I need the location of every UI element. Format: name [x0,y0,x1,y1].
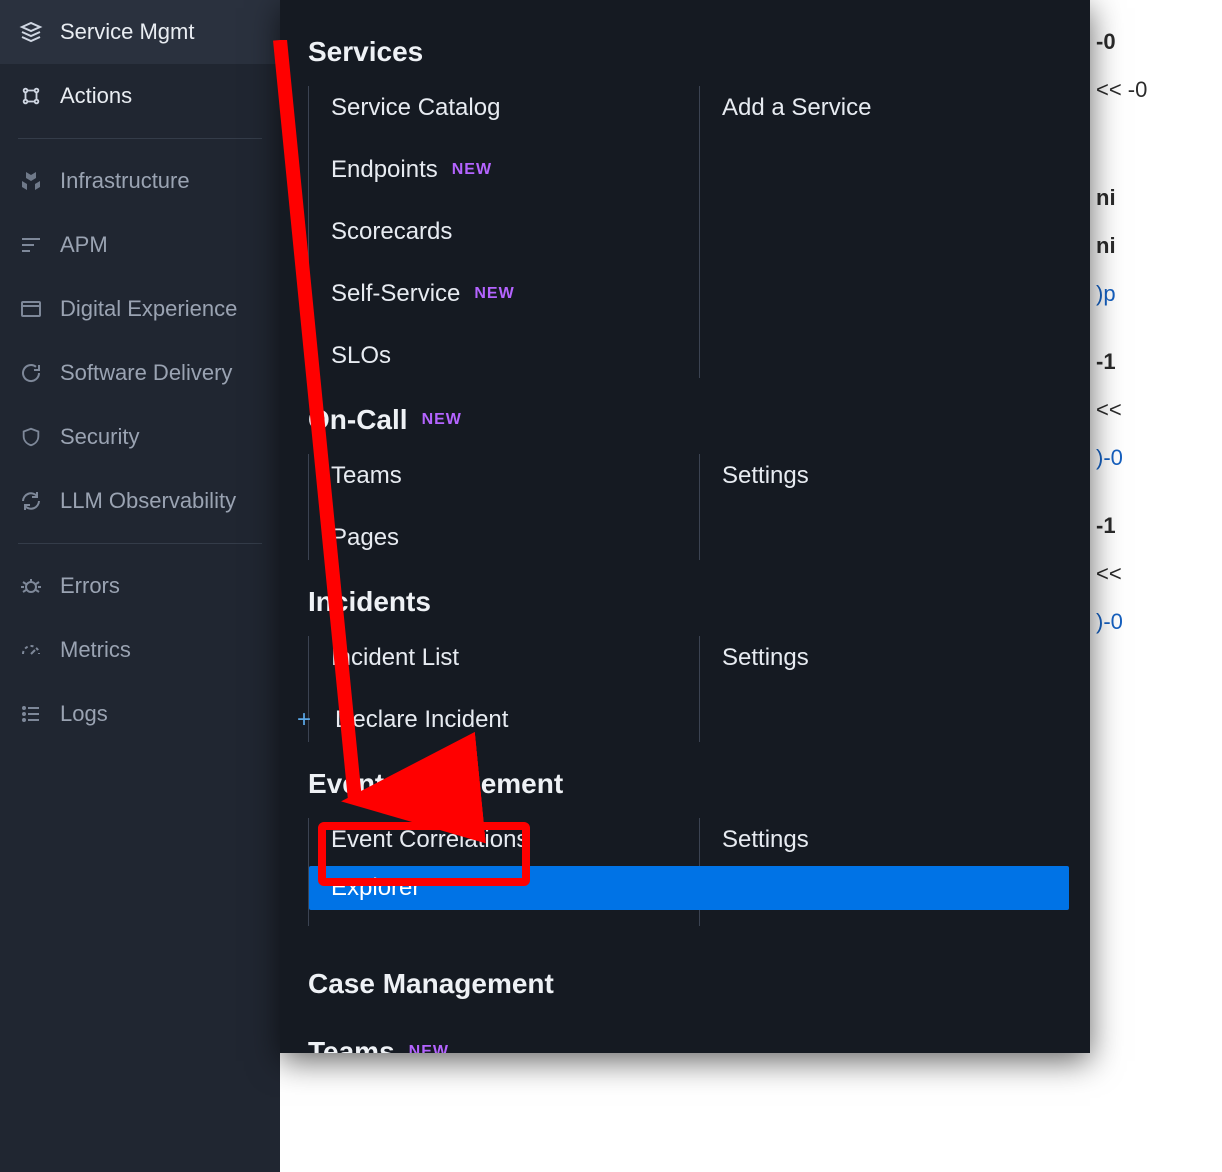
sidebar-item-security[interactable]: Security [0,405,280,469]
gauge-icon [18,637,44,663]
new-badge: NEW [409,1043,449,1053]
bg-text: -1 [1096,513,1116,539]
flyout-heading-on-call[interactable]: On-Call NEW [280,398,1090,454]
new-badge: NEW [474,285,514,303]
bg-text: )-0 [1096,445,1123,471]
lines-icon [18,232,44,258]
flyout-link-label: Settings [722,462,809,490]
flyout-heading-label: Case Management [308,968,554,1000]
flyout-heading-case-management[interactable]: Case Management [280,946,1090,1018]
flyout-link-explorer[interactable]: Explorer [309,866,1069,910]
bg-text: << -0 [1096,77,1147,103]
flyout-link-label: Settings [722,826,809,854]
flyout-heading-label: Teams [308,1036,395,1053]
plus-icon: + [297,706,311,734]
flyout-link-label: Event Correlations [331,826,528,854]
sidebar-divider [18,543,262,544]
flyout-link-declare-incident[interactable]: + Declare Incident [331,698,699,742]
new-badge: NEW [452,161,492,179]
flyout-link-event-mgmt-settings[interactable]: Settings [722,818,1090,862]
sidebar-item-label: Errors [60,573,120,599]
sidebar-item-metrics[interactable]: Metrics [0,618,280,682]
layers-icon [18,19,44,45]
sidebar-item-label: Service Mgmt [60,19,194,45]
flyout-link-add-a-service[interactable]: Add a Service [722,86,1090,130]
primary-sidebar: Service Mgmt Actions Infrastructure APM [0,0,280,1172]
sidebar-item-label: Metrics [60,637,131,663]
bg-text: -0 [1096,29,1116,55]
flyout-heading-services[interactable]: Services [280,30,1090,86]
bolt-icon [18,83,44,109]
service-mgmt-flyout: Services Service Catalog Endpoints NEW Sc… [280,0,1090,1053]
hex-icon [18,168,44,194]
bug-icon [18,573,44,599]
sidebar-item-infrastructure[interactable]: Infrastructure [0,149,280,213]
sidebar-item-software-delivery[interactable]: Software Delivery [0,341,280,405]
sidebar-item-label: Logs [60,701,108,727]
flyout-link-endpoints[interactable]: Endpoints NEW [331,148,699,192]
flyout-link-slos[interactable]: SLOs [331,334,699,378]
sidebar-item-label: Infrastructure [60,168,190,194]
bg-text: ni [1096,233,1116,259]
bg-text: ni [1096,185,1116,211]
sidebar-item-label: Security [60,424,139,450]
flyout-heading-teams[interactable]: Teams NEW [280,1018,1090,1053]
flyout-link-label: Incident List [331,644,459,672]
flyout-link-incident-list[interactable]: Incident List [331,636,699,680]
flyout-heading-label: Incidents [308,586,431,618]
flyout-link-label: Settings [722,644,809,672]
flyout-heading-label: Services [308,36,423,68]
flyout-link-label: Pages [331,524,399,552]
sidebar-item-label: Actions [60,83,132,109]
flyout-link-label: Endpoints [331,156,438,184]
flyout-link-service-catalog[interactable]: Service Catalog [331,86,699,130]
sidebar-item-digital-experience[interactable]: Digital Experience [0,277,280,341]
bg-text: << [1096,397,1122,423]
new-badge: NEW [422,411,462,429]
sidebar-item-actions[interactable]: Actions [0,64,280,128]
flyout-link-self-service[interactable]: Self-Service NEW [331,272,699,316]
shield-icon [18,424,44,450]
list-icon [18,701,44,727]
refresh-icon [18,488,44,514]
cycle-icon [18,360,44,386]
sidebar-item-llm-observability[interactable]: LLM Observability [0,469,280,533]
flyout-link-incidents-settings[interactable]: Settings [722,636,1090,680]
sidebar-item-label: APM [60,232,108,258]
flyout-link-label: Scorecards [331,218,452,246]
sidebar-item-apm[interactable]: APM [0,213,280,277]
bg-text: )-0 [1096,609,1123,635]
flyout-link-label: SLOs [331,342,391,370]
flyout-heading-event-management[interactable]: Event Management [280,762,1090,818]
flyout-link-on-call-settings[interactable]: Settings [722,454,1090,498]
flyout-link-label: Teams [331,462,402,490]
background-content-sliver: -0 << -0 ni ni )p -1 << )-0 -1 << )-0 [1090,0,1222,1172]
flyout-link-pages[interactable]: Pages [331,516,699,560]
flyout-link-scorecards[interactable]: Scorecards [331,210,699,254]
flyout-link-event-correlations[interactable]: Event Correlations [331,818,699,862]
flyout-heading-label: On-Call [308,404,408,436]
sidebar-item-errors[interactable]: Errors [0,554,280,618]
bg-text: << [1096,561,1122,587]
flyout-heading-incidents[interactable]: Incidents [280,580,1090,636]
sidebar-item-logs[interactable]: Logs [0,682,280,746]
sidebar-item-service-mgmt[interactable]: Service Mgmt [0,0,280,64]
flyout-link-label: Declare Incident [335,706,508,734]
sidebar-divider [18,138,262,139]
bg-text: )p [1096,281,1116,307]
flyout-link-label: Self-Service [331,280,460,308]
flyout-heading-label: Event Management [308,768,563,800]
flyout-link-teams[interactable]: Teams [331,454,699,498]
browser-icon [18,296,44,322]
sidebar-item-label: Digital Experience [60,296,237,322]
bg-text: -1 [1096,349,1116,375]
sidebar-item-label: Software Delivery [60,360,232,386]
flyout-link-label: Explorer [331,874,420,902]
flyout-link-label: Add a Service [722,94,871,122]
flyout-link-label: Service Catalog [331,94,500,122]
sidebar-item-label: LLM Observability [60,488,236,514]
